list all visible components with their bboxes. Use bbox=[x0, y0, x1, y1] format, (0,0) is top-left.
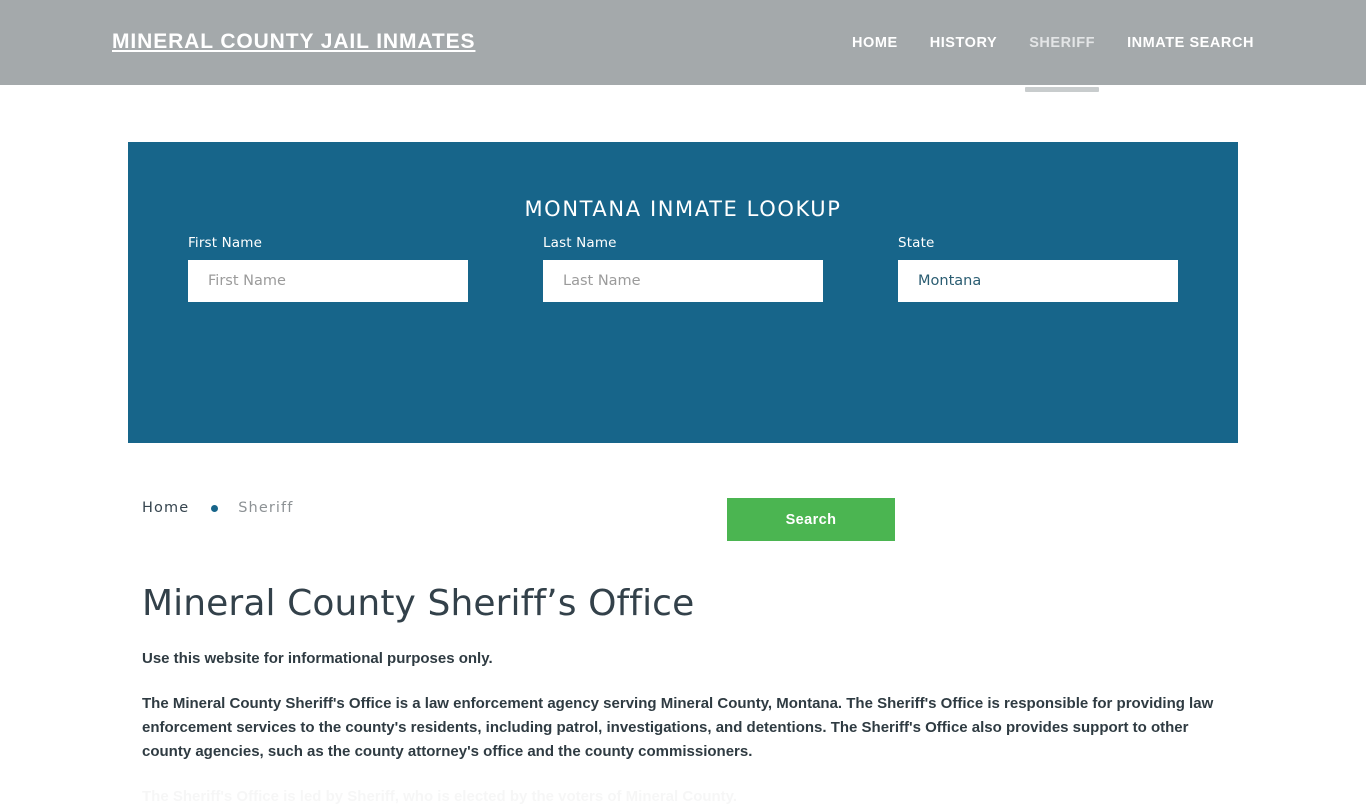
page-lede: Use this website for informational purpo… bbox=[142, 650, 493, 667]
page-paragraph-2: The Sheriff's Office is led by Sheriff, … bbox=[142, 785, 1224, 809]
first-name-label: First Name bbox=[188, 235, 263, 251]
site-header: MINERAL COUNTY JAIL INMATES HOME HISTORY… bbox=[0, 0, 1366, 92]
lookup-panel-title: MONTANA INMATE LOOKUP bbox=[524, 197, 842, 222]
site-brand[interactable]: MINERAL COUNTY JAIL INMATES bbox=[112, 30, 475, 54]
breadcrumb-home[interactable]: Home bbox=[142, 500, 189, 516]
nav-item-home[interactable]: HOME bbox=[836, 32, 914, 54]
page-title: Mineral County Sheriff’s Office bbox=[142, 583, 695, 624]
last-name-field-group: Last Name bbox=[543, 235, 823, 302]
inmate-lookup-panel: MONTANA INMATE LOOKUP First Name Last Na… bbox=[128, 142, 1238, 541]
main-content: Home Sheriff Mineral County Sheriff’s Of… bbox=[142, 495, 1232, 809]
first-name-input[interactable] bbox=[188, 260, 468, 302]
last-name-input[interactable] bbox=[543, 260, 823, 302]
first-name-field-group: First Name bbox=[188, 235, 468, 302]
breadcrumb: Home Sheriff bbox=[142, 495, 1232, 521]
nav-item-history[interactable]: HISTORY bbox=[914, 32, 1014, 54]
state-field-group: State bbox=[898, 235, 1178, 302]
breadcrumb-current: Sheriff bbox=[238, 500, 294, 516]
page-paragraph-1: The Mineral County Sheriff's Office is a… bbox=[142, 695, 1214, 760]
nav-item-sheriff[interactable]: SHERIFF bbox=[1013, 32, 1111, 92]
state-label: State bbox=[898, 235, 935, 251]
lookup-fields-row: First Name Last Name State bbox=[188, 235, 1178, 302]
header-inner: MINERAL COUNTY JAIL INMATES HOME HISTORY… bbox=[0, 0, 1366, 92]
last-name-label: Last Name bbox=[543, 235, 617, 251]
main-navigation: HOME HISTORY SHERIFF INMATE SEARCH bbox=[836, 32, 1254, 92]
nav-item-inmate-search[interactable]: INMATE SEARCH bbox=[1111, 32, 1254, 54]
state-input[interactable] bbox=[898, 260, 1178, 302]
bullet-separator-icon bbox=[211, 504, 219, 512]
